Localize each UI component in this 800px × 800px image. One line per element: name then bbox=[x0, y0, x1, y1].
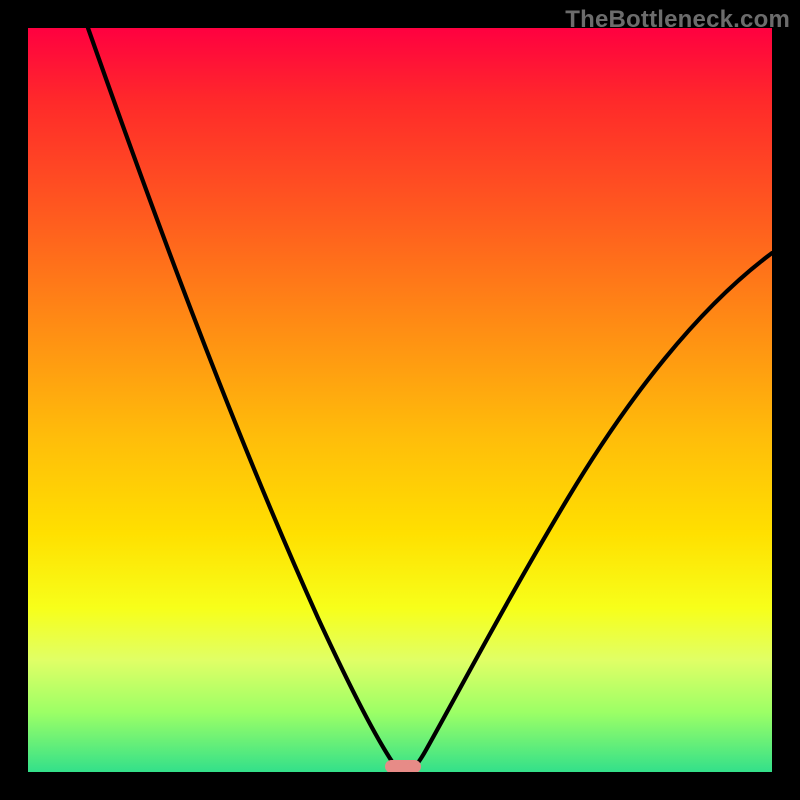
chart-frame: TheBottleneck.com bbox=[0, 0, 800, 800]
chart-svg bbox=[28, 28, 772, 772]
watermark-text: TheBottleneck.com bbox=[565, 6, 790, 34]
bottleneck-curve bbox=[88, 28, 772, 772]
plot-area bbox=[28, 28, 772, 772]
optimum-marker bbox=[385, 760, 421, 772]
